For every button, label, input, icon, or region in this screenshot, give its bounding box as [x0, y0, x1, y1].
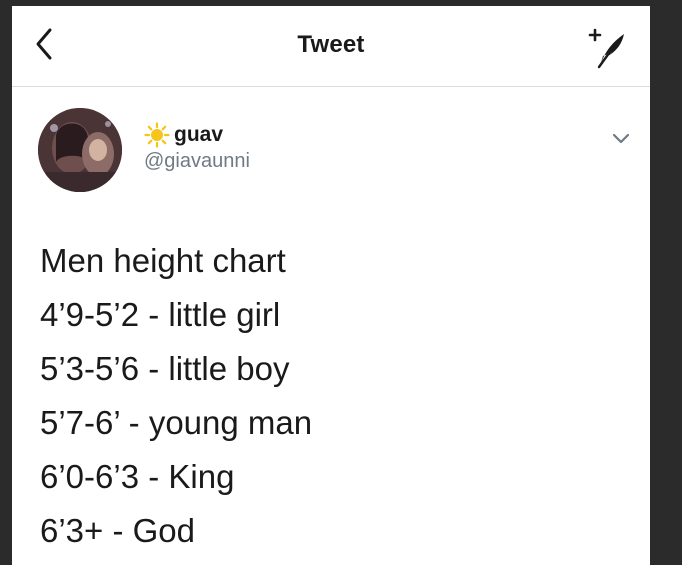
- top-navigation-bar: Tweet: [12, 6, 650, 87]
- display-name: guav: [174, 123, 224, 146]
- tweet-line: 6’3+ - God: [40, 512, 196, 549]
- chevron-down-icon: [612, 133, 630, 144]
- tweet-body: Men height chart 4’9-5’2 - little girl 5…: [40, 234, 630, 558]
- compose-tweet-button[interactable]: [584, 24, 632, 72]
- tweet-line: 6’0-6’3 - King: [40, 458, 235, 495]
- tweet-options-button[interactable]: [608, 128, 634, 148]
- display-name-row: guav: [144, 122, 250, 148]
- tweet-line: 5’3-5’6 - little boy: [40, 350, 290, 387]
- tweet-line: 5’7-6’ - young man: [40, 404, 313, 441]
- screenshot-frame: Tweet guav @giavaunni Men height chart 4…: [0, 0, 682, 565]
- tweet-card: guav @giavaunni Men height chart 4’9-5’2…: [12, 86, 650, 565]
- page-title: Tweet: [297, 31, 365, 58]
- profile-photo-icon: [38, 108, 122, 192]
- tweet-author[interactable]: guav @giavaunni: [144, 122, 250, 173]
- compose-quill-icon: [588, 28, 624, 69]
- tweet-line: 4’9-5’2 - little girl: [40, 296, 281, 333]
- user-handle: @giavaunni: [144, 150, 250, 172]
- avatar[interactable]: [38, 108, 122, 192]
- tweet-line: Men height chart: [40, 242, 286, 279]
- tweet-screen: Tweet guav @giavaunni Men height chart 4…: [12, 6, 650, 565]
- sun-icon: [144, 122, 170, 148]
